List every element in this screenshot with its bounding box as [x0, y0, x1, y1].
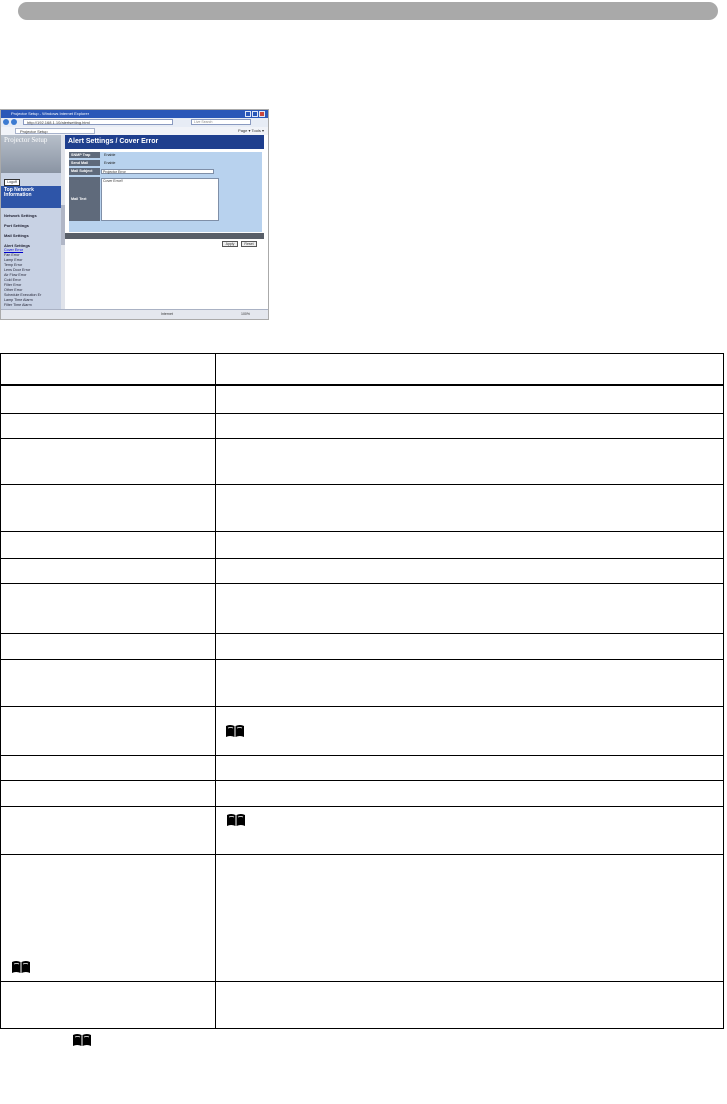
snmp-trap-value[interactable]: Enable	[104, 153, 115, 157]
sidebar-item-lamp-time-alarm[interactable]: Lamp Time Alarm	[4, 298, 33, 302]
row-rule	[1, 755, 723, 756]
logoff-button[interactable]: Logoff	[4, 179, 20, 186]
sidebar-item-temp-error[interactable]: Temp Error	[4, 263, 22, 267]
status-zoom[interactable]: 100%	[241, 312, 250, 316]
status-zone: Internet	[161, 312, 173, 316]
sidebar-item-lamp-error[interactable]: Lamp Error	[4, 258, 22, 262]
row-rule	[1, 659, 723, 660]
send-mail-value[interactable]: Enable	[104, 161, 115, 165]
row-rule	[1, 531, 723, 532]
sidebar-item-mail-settings[interactable]: Mail Settings	[4, 233, 29, 238]
search-input[interactable]: Live Search	[191, 119, 251, 125]
sidebar-item-fan-error[interactable]: Fan Error	[4, 253, 20, 257]
row-rule	[1, 780, 723, 781]
sidebar-item-cover-error[interactable]: Cover Error	[4, 248, 23, 252]
row-rule	[1, 413, 723, 414]
minimize-icon[interactable]	[245, 111, 251, 117]
forward-icon[interactable]	[11, 119, 17, 125]
back-icon[interactable]	[3, 119, 9, 125]
row-rule	[1, 633, 723, 634]
mail-text-area[interactable]: Cover Error!!	[101, 178, 219, 221]
logo: Projector Setup	[4, 136, 48, 144]
row-rule	[1, 484, 723, 485]
apply-button[interactable]: Apply	[222, 241, 238, 247]
book-icon	[226, 813, 246, 828]
row-rule	[1, 558, 723, 559]
logo-area: Projector Setup	[1, 135, 61, 173]
sidebar-item-lens-door-error[interactable]: Lens Door Error	[4, 268, 30, 272]
row-rule	[1, 583, 723, 584]
row-rule	[1, 806, 723, 807]
book-icon	[72, 1033, 92, 1048]
form-footer-bar	[65, 233, 264, 239]
book-icon	[225, 724, 245, 739]
row-rule	[1, 438, 723, 439]
page-title: Alert Settings / Cover Error	[65, 135, 264, 149]
sidebar-item-other-error[interactable]: Other Error	[4, 288, 22, 292]
settings-table	[0, 353, 724, 1029]
sidebar-item-air-flow-error[interactable]: Air Flow Error	[4, 273, 27, 277]
row-rule	[1, 706, 723, 707]
close-icon[interactable]	[259, 111, 265, 117]
status-bar: Internet 100%	[1, 309, 268, 319]
sidebar: Projector Setup Logoff Top Network Infor…	[1, 135, 61, 309]
url-field[interactable]: http://192.168.1.10/alertsetting.html	[23, 119, 173, 125]
sidebar-item-port-settings[interactable]: Port Settings	[4, 223, 29, 228]
sidebar-item-filter-time-alarm[interactable]: Filter Time Alarm	[4, 303, 32, 307]
sidebar-item-network-settings[interactable]: Network Settings	[4, 213, 37, 218]
mail-subject-label: Mail Subject	[69, 168, 100, 175]
main-content: Alert Settings / Cover Error SNMP Trap E…	[65, 135, 268, 309]
maximize-icon[interactable]	[252, 111, 258, 117]
browser-screenshot: Projector Setup - Windows Internet Explo…	[0, 109, 269, 320]
toolbar-tools[interactable]: Page ▾ Tools ▾	[238, 128, 264, 134]
header-rule	[1, 384, 723, 386]
window-titlebar: Projector Setup - Windows Internet Explo…	[1, 110, 268, 118]
row-rule	[1, 854, 723, 855]
book-icon	[11, 960, 31, 975]
browser-tab[interactable]: Projector Setup	[15, 128, 95, 134]
sidebar-item-filter-error[interactable]: Filter Error	[4, 283, 21, 287]
send-mail-label: Send Mail	[69, 160, 100, 166]
sidebar-item-cold-error[interactable]: Cold Error	[4, 278, 21, 282]
sidebar-item-top-network[interactable]: Top Network Information	[1, 186, 61, 208]
column-divider	[215, 354, 216, 1028]
alert-form: SNMP Trap Enable Send Mail Enable Mail S…	[69, 152, 262, 232]
snmp-trap-label: SNMP Trap	[69, 152, 100, 158]
reset-button[interactable]: Reset	[241, 241, 257, 247]
window-title: Projector Setup - Windows Internet Explo…	[11, 111, 90, 116]
sidebar-item-schedule-error[interactable]: Schedule Execution Er	[4, 293, 41, 297]
mail-subject-input[interactable]: Projector Error	[101, 169, 214, 174]
mail-text-label: Mail Text	[69, 177, 100, 221]
section-header-bar	[18, 2, 718, 20]
row-rule	[1, 981, 723, 982]
